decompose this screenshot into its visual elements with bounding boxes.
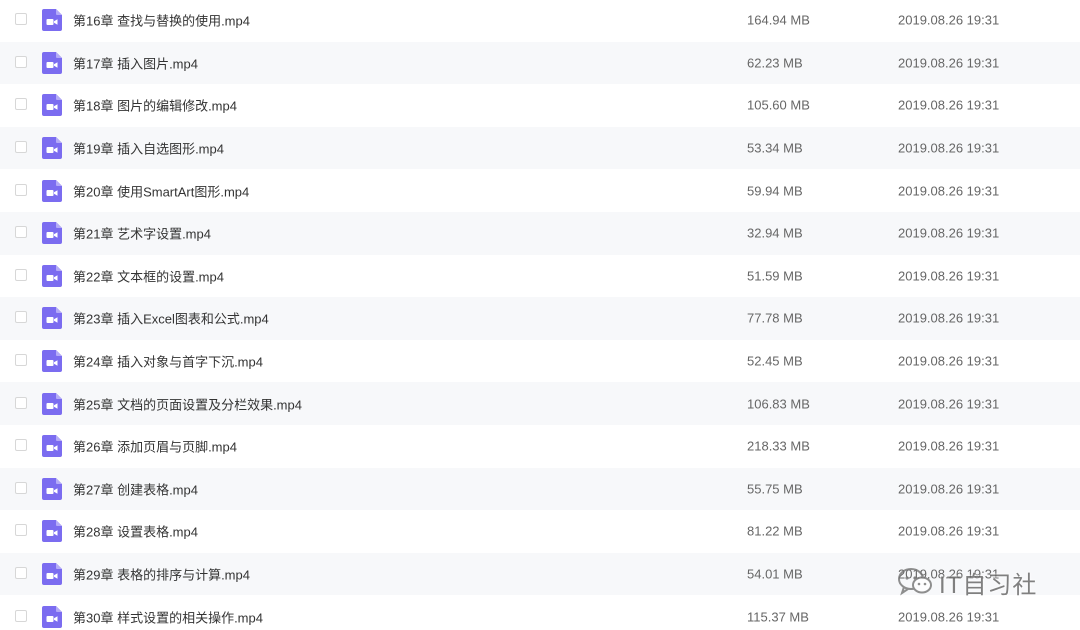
file-name[interactable]: 第16章 查找与替换的使用.mp4 (73, 11, 250, 30)
file-size: 53.34 MB (747, 140, 803, 156)
video-file-icon (42, 605, 62, 628)
row-checkbox[interactable] (15, 396, 27, 409)
video-file-icon (42, 51, 62, 74)
row-checkbox[interactable] (15, 439, 27, 452)
file-modified-date: 2019.08.26 19:31 (898, 438, 1000, 454)
file-row[interactable]: 第22章 文本框的设置.mp4 51.59 MB 2019.08.26 19:3… (0, 255, 1080, 298)
file-row[interactable]: 第21章 艺术字设置.mp4 32.94 MB 2019.08.26 19:31 (0, 212, 1080, 255)
file-size: 54.01 MB (747, 566, 803, 582)
file-name[interactable]: 第20章 使用SmartArt图形.mp4 (73, 181, 249, 200)
row-checkbox[interactable] (15, 481, 27, 494)
file-row[interactable]: 第26章 添加页眉与页脚.mp4 218.33 MB 2019.08.26 19… (0, 425, 1080, 468)
file-size: 51.59 MB (747, 268, 803, 284)
file-row[interactable]: 第25章 文档的页面设置及分栏效果.mp4 106.83 MB 2019.08.… (0, 382, 1080, 425)
video-file-icon (42, 477, 62, 500)
file-row[interactable]: 第24章 插入对象与首字下沉.mp4 52.45 MB 2019.08.26 1… (0, 340, 1080, 383)
file-modified-date: 2019.08.26 19:31 (898, 481, 1000, 497)
file-modified-date: 2019.08.26 19:31 (898, 396, 1000, 412)
row-checkbox[interactable] (15, 609, 27, 622)
file-name[interactable]: 第22章 文本框的设置.mp4 (73, 266, 224, 285)
file-modified-date: 2019.08.26 19:31 (898, 140, 1000, 156)
file-modified-date: 2019.08.26 19:31 (898, 55, 1000, 71)
video-file-icon (42, 307, 62, 330)
file-name[interactable]: 第18章 图片的编辑修改.mp4 (73, 96, 237, 115)
file-size: 77.78 MB (747, 310, 803, 326)
video-file-icon (42, 520, 62, 543)
file-modified-date: 2019.08.26 19:31 (898, 353, 1000, 369)
video-file-icon (42, 94, 62, 117)
row-checkbox[interactable] (15, 55, 27, 68)
row-checkbox[interactable] (15, 524, 27, 537)
row-checkbox[interactable] (15, 567, 27, 580)
file-size: 32.94 MB (747, 225, 803, 241)
video-file-icon (42, 563, 62, 586)
file-name[interactable]: 第30章 样式设置的相关操作.mp4 (73, 607, 263, 626)
video-file-icon (42, 264, 62, 287)
file-size: 164.94 MB (747, 12, 810, 28)
file-row[interactable]: 第18章 图片的编辑修改.mp4 105.60 MB 2019.08.26 19… (0, 84, 1080, 127)
file-modified-date: 2019.08.26 19:31 (898, 183, 1000, 199)
file-name[interactable]: 第26章 添加页眉与页脚.mp4 (73, 437, 237, 456)
file-name[interactable]: 第23章 插入Excel图表和公式.mp4 (73, 309, 269, 328)
video-file-icon (42, 179, 62, 202)
file-name[interactable]: 第21章 艺术字设置.mp4 (73, 224, 211, 243)
video-file-icon (42, 137, 62, 160)
file-name[interactable]: 第29章 表格的排序与计算.mp4 (73, 565, 250, 584)
file-list: 第16章 查找与替换的使用.mp4 164.94 MB 2019.08.26 1… (0, 0, 1080, 630)
file-size: 218.33 MB (747, 438, 810, 454)
file-row[interactable]: 第16章 查找与替换的使用.mp4 164.94 MB 2019.08.26 1… (0, 0, 1080, 42)
file-modified-date: 2019.08.26 19:31 (898, 310, 1000, 326)
file-size: 59.94 MB (747, 183, 803, 199)
file-size: 52.45 MB (747, 353, 803, 369)
file-name[interactable]: 第17章 插入图片.mp4 (73, 53, 198, 72)
file-name[interactable]: 第19章 插入自选图形.mp4 (73, 139, 224, 158)
file-row[interactable]: 第17章 插入图片.mp4 62.23 MB 2019.08.26 19:31 (0, 41, 1080, 85)
row-checkbox[interactable] (15, 311, 27, 324)
file-row[interactable]: 第27章 创建表格.mp4 55.75 MB 2019.08.26 19:31 (0, 467, 1080, 511)
file-size: 105.60 MB (747, 97, 810, 113)
file-modified-date: 2019.08.26 19:31 (898, 225, 1000, 241)
video-file-icon (42, 392, 62, 415)
file-row[interactable]: 第23章 插入Excel图表和公式.mp4 77.78 MB 2019.08.2… (0, 297, 1080, 340)
file-name[interactable]: 第27章 创建表格.mp4 (73, 479, 198, 498)
file-row[interactable]: 第20章 使用SmartArt图形.mp4 59.94 MB 2019.08.2… (0, 169, 1080, 212)
row-checkbox[interactable] (15, 268, 27, 281)
file-modified-date: 2019.08.26 19:31 (898, 566, 1000, 582)
row-checkbox[interactable] (15, 226, 27, 239)
file-row[interactable]: 第30章 样式设置的相关操作.mp4 115.37 MB 2019.08.26 … (0, 595, 1080, 630)
file-size: 81.22 MB (747, 523, 803, 539)
file-name[interactable]: 第25章 文档的页面设置及分栏效果.mp4 (73, 394, 302, 413)
file-modified-date: 2019.08.26 19:31 (898, 609, 1000, 625)
file-row[interactable]: 第28章 设置表格.mp4 81.22 MB 2019.08.26 19:31 (0, 510, 1080, 553)
file-modified-date: 2019.08.26 19:31 (898, 268, 1000, 284)
video-file-icon (42, 350, 62, 373)
file-name[interactable]: 第28章 设置表格.mp4 (73, 522, 198, 541)
file-modified-date: 2019.08.26 19:31 (898, 12, 1000, 28)
video-file-icon (42, 9, 62, 32)
row-checkbox[interactable] (15, 141, 27, 154)
file-size: 106.83 MB (747, 396, 810, 412)
row-checkbox[interactable] (15, 183, 27, 196)
file-name[interactable]: 第24章 插入对象与首字下沉.mp4 (73, 352, 263, 371)
file-size: 62.23 MB (747, 55, 803, 71)
video-file-icon (42, 435, 62, 458)
row-checkbox[interactable] (15, 354, 27, 367)
row-checkbox[interactable] (15, 13, 27, 26)
file-modified-date: 2019.08.26 19:31 (898, 523, 1000, 539)
file-size: 55.75 MB (747, 481, 803, 497)
file-row[interactable]: 第19章 插入自选图形.mp4 53.34 MB 2019.08.26 19:3… (0, 126, 1080, 170)
file-row[interactable]: 第29章 表格的排序与计算.mp4 54.01 MB 2019.08.26 19… (0, 552, 1080, 596)
file-modified-date: 2019.08.26 19:31 (898, 97, 1000, 113)
row-checkbox[interactable] (15, 98, 27, 111)
file-size: 115.37 MB (747, 609, 809, 625)
video-file-icon (42, 222, 62, 245)
